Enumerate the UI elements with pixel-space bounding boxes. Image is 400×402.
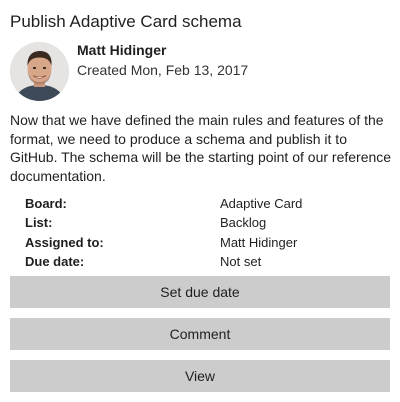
fact-value: Adaptive Card [220,196,303,211]
fact-key: Assigned to: [25,234,104,250]
fact-row-list: List: Backlog [25,213,395,232]
action-set: Set due date Comment View [10,276,390,402]
view-button[interactable]: View [10,360,390,392]
fact-value: Backlog [220,215,267,231]
fact-value: Not set [220,253,262,269]
fact-row-board: Board: Adaptive Card [25,194,395,213]
adaptive-card: Publish Adaptive Card schema Matt Hiding… [0,0,400,402]
fact-set: Board: Adaptive Card List: Backlog Assig… [25,194,395,271]
author-name: Matt Hidinger [77,42,167,58]
created-date: Created Mon, Feb 13, 2017 [77,62,249,78]
fact-row-due-date: Due date: Not set [25,252,395,271]
fact-value: Matt Hidinger [220,234,298,250]
fact-key: Due date: [25,253,85,269]
fact-key: Board: [25,196,67,211]
fact-row-assigned-to: Assigned to: Matt Hidinger [25,233,395,252]
set-due-date-button[interactable]: Set due date [10,276,390,308]
card-description: Now that we have defined the main rules … [10,112,392,184]
comment-button[interactable]: Comment [10,318,390,350]
fact-key: List: [25,215,53,231]
person-avatar-icon [10,42,69,101]
card-title: Publish Adaptive Card schema [10,12,242,31]
